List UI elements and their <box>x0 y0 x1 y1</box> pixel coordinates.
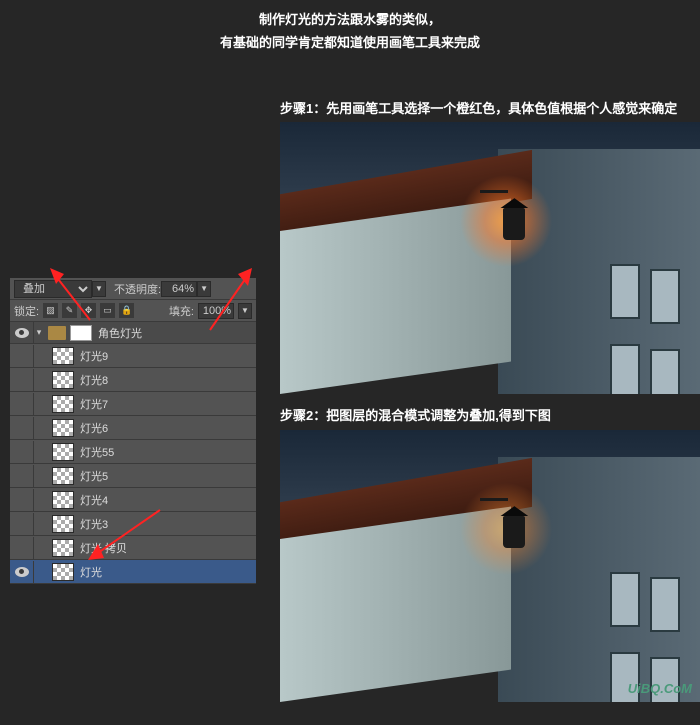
layer-name: 灯光4 <box>80 492 108 508</box>
layer-thumbnail[interactable] <box>52 443 74 461</box>
eye-icon <box>15 328 29 338</box>
fill-label: 填充: <box>169 303 194 319</box>
chevron-down-icon[interactable]: ▼ <box>92 281 106 297</box>
lamp-top <box>500 506 528 516</box>
layer-name: 灯光 <box>80 564 102 580</box>
chevron-down-icon[interactable]: ▾ <box>34 327 44 338</box>
street-lamp <box>498 198 530 248</box>
layer-name: 灯光9 <box>80 348 108 364</box>
blend-opacity-row: 叠加 ▼ 不透明度: ▼ <box>10 278 256 300</box>
layer-thumbnail[interactable] <box>52 515 74 533</box>
layer-item[interactable]: 灯光8 <box>10 368 256 392</box>
layer-name: 灯光 拷贝 <box>80 540 127 556</box>
layer-group[interactable]: ▾ 角色灯光 <box>10 322 256 344</box>
preview-image-2: UiBQ.CoM <box>280 430 700 702</box>
visibility-toggle[interactable] <box>10 441 34 463</box>
layer-item[interactable]: 灯光5 <box>10 464 256 488</box>
visibility-toggle[interactable] <box>10 465 34 487</box>
layer-thumbnail[interactable] <box>52 419 74 437</box>
eye-icon <box>15 567 29 577</box>
layer-item[interactable]: 灯光 拷贝 <box>10 536 256 560</box>
visibility-toggle[interactable] <box>10 489 34 511</box>
lamp-top <box>500 198 528 208</box>
layer-name: 灯光8 <box>80 372 108 388</box>
window <box>610 264 640 319</box>
layer-thumbnail[interactable] <box>52 395 74 413</box>
opacity-label: 不透明度: <box>114 281 161 297</box>
visibility-toggle[interactable] <box>10 322 34 344</box>
layer-item[interactable]: 灯光7 <box>10 392 256 416</box>
visibility-toggle[interactable] <box>10 345 34 367</box>
layer-item[interactable]: 灯光3 <box>10 512 256 536</box>
lamp-body <box>503 208 525 240</box>
visibility-toggle[interactable] <box>10 417 34 439</box>
window <box>650 349 680 394</box>
step1-label: 步骤1：先用画笔工具选择一个橙红色，具体色值根据个人感觉来确定 <box>280 98 677 117</box>
layer-thumbnail[interactable] <box>52 371 74 389</box>
window <box>610 572 640 627</box>
layer-thumbnail[interactable] <box>52 467 74 485</box>
layer-thumbnail[interactable] <box>52 539 74 557</box>
lock-artboard-icon[interactable]: ▭ <box>100 303 115 318</box>
preview-image-1 <box>280 122 700 394</box>
lock-brush-icon[interactable]: ✎ <box>62 303 77 318</box>
lamp-body <box>503 516 525 548</box>
visibility-toggle[interactable] <box>10 513 34 535</box>
opacity-input[interactable] <box>161 281 197 297</box>
layer-name: 灯光55 <box>80 444 114 460</box>
layer-item[interactable]: 灯光55 <box>10 440 256 464</box>
layer-thumbnail[interactable] <box>52 347 74 365</box>
lamp-arm <box>480 190 508 193</box>
window <box>610 344 640 394</box>
layer-item[interactable]: 灯光6 <box>10 416 256 440</box>
layer-name: 灯光6 <box>80 420 108 436</box>
intro-line1: 制作灯光的方法跟水雾的类似， <box>0 8 700 31</box>
lock-row: 锁定: ▨ ✎ ✥ ▭ 🔒 填充: ▼ <box>10 300 256 322</box>
window <box>650 269 680 324</box>
layer-name: 灯光7 <box>80 396 108 412</box>
layers-panel: 叠加 ▼ 不透明度: ▼ 锁定: ▨ ✎ ✥ ▭ 🔒 填充: ▼ ▾ 角色灯光 … <box>10 278 256 584</box>
window <box>650 577 680 632</box>
intro-line2: 有基础的同学肯定都知道使用画笔工具来完成 <box>0 31 700 54</box>
lock-position-icon[interactable]: ✥ <box>81 303 96 318</box>
folder-icon <box>48 326 66 340</box>
step2-label: 步骤2：把图层的混合模式调整为叠加,得到下图 <box>280 405 551 424</box>
chevron-down-icon[interactable]: ▼ <box>197 281 211 297</box>
lock-all-icon[interactable]: 🔒 <box>119 303 134 318</box>
intro-text: 制作灯光的方法跟水雾的类似， 有基础的同学肯定都知道使用画笔工具来完成 <box>0 0 700 55</box>
layer-name: 灯光5 <box>80 468 108 484</box>
layer-item[interactable]: 灯光4 <box>10 488 256 512</box>
visibility-toggle[interactable] <box>10 561 34 583</box>
layer-thumbnail[interactable] <box>52 563 74 581</box>
lamp-arm <box>480 498 508 501</box>
layer-mask-thumb[interactable] <box>70 325 92 341</box>
street-lamp <box>498 506 530 556</box>
blend-mode-dropdown[interactable]: 叠加 <box>14 280 92 298</box>
group-name: 角色灯光 <box>98 325 142 341</box>
watermark: UiBQ.CoM <box>628 681 692 696</box>
chevron-down-icon[interactable]: ▼ <box>238 303 252 319</box>
layer-thumbnail[interactable] <box>52 491 74 509</box>
fill-input[interactable] <box>198 303 234 319</box>
layer-name: 灯光3 <box>80 516 108 532</box>
layer-item-selected[interactable]: 灯光 <box>10 560 256 584</box>
visibility-toggle[interactable] <box>10 537 34 559</box>
visibility-toggle[interactable] <box>10 393 34 415</box>
layer-item[interactable]: 灯光9 <box>10 344 256 368</box>
visibility-toggle[interactable] <box>10 369 34 391</box>
lock-transparent-icon[interactable]: ▨ <box>43 303 58 318</box>
lock-label: 锁定: <box>14 303 39 319</box>
